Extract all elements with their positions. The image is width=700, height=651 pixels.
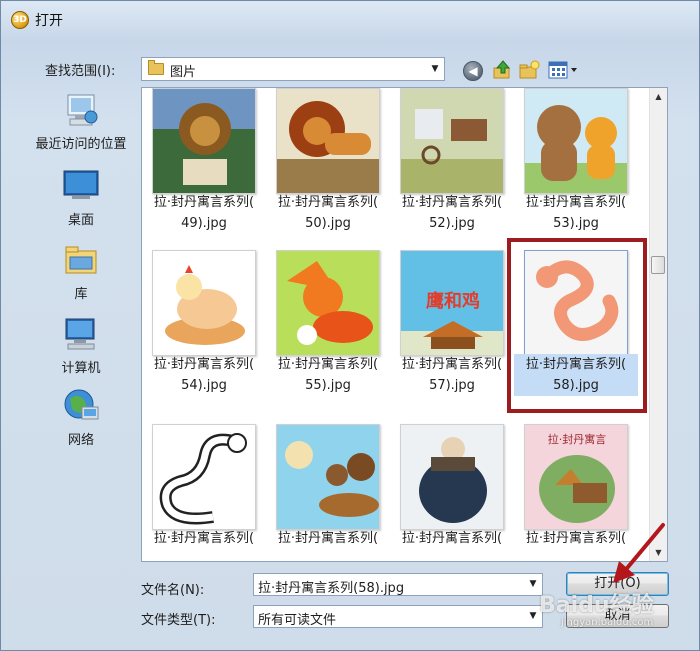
library-icon: [62, 241, 100, 279]
horse-cart-image: [400, 88, 504, 194]
new-folder-icon: [519, 60, 540, 79]
file-item[interactable]: 拉·封丹寓言系列(: [390, 424, 514, 561]
network-icon: [62, 387, 100, 425]
place-computer-label: 计算机: [61, 361, 101, 376]
file-name-line1: 拉·封丹寓言系列(: [277, 195, 379, 210]
chevron-down-icon[interactable]: ▼: [524, 574, 542, 595]
file-item-selected[interactable]: 拉·封丹寓言系列( 58).jpg: [514, 250, 638, 415]
places-bar: 最近访问的位置 桌面 库 计算机 网络: [27, 87, 135, 557]
place-computer[interactable]: 计算机: [27, 315, 135, 376]
dog-owls-image: [276, 424, 380, 530]
svg-text:拉·封丹寓言: 拉·封丹寓言: [548, 432, 607, 446]
file-name-line1: 拉·封丹寓言系列(: [525, 195, 627, 210]
title-bar: 3D 打开: [1, 1, 699, 35]
desktop-icon: [62, 167, 100, 205]
file-item[interactable]: 鹰和鸡 拉·封丹寓言系列( 57).jpg: [390, 250, 514, 415]
back-arrow-icon: ◀: [468, 64, 478, 78]
file-name-value: 拉·封丹寓言系列(58).jpg: [258, 581, 405, 596]
back-button[interactable]: ◀: [463, 61, 483, 81]
view-menu-button[interactable]: [547, 59, 581, 81]
file-name-line1: 拉·封丹寓言系列(: [277, 531, 379, 546]
place-library-label: 库: [74, 287, 88, 302]
place-desktop-label: 桌面: [67, 213, 94, 228]
view-grid-icon: [548, 61, 577, 79]
window-title: 打开: [35, 13, 63, 29]
up-one-level-button[interactable]: [491, 59, 513, 81]
file-list[interactable]: 拉·封丹寓言系列( 49).jpg 拉·封丹寓言系列( 50).jpg 拉·封丹…: [141, 87, 668, 562]
eagle-and-rooster-image: 鹰和鸡: [400, 250, 504, 356]
file-item[interactable]: 拉·封丹寓言 拉·封丹寓言系列(: [514, 424, 638, 561]
file-name-line2: 57).jpg: [429, 378, 475, 393]
file-name-line1: 拉·封丹寓言系列(: [153, 531, 255, 546]
place-desktop[interactable]: 桌面: [27, 167, 135, 228]
file-name-input[interactable]: 拉·封丹寓言系列(58).jpg ▼: [253, 573, 543, 596]
vertical-scrollbar[interactable]: ▲ ▼: [649, 88, 667, 561]
hen-nest-image: [152, 250, 256, 356]
file-name-line1: 拉·封丹寓言系列(: [401, 531, 503, 546]
scroll-up-icon[interactable]: ▲: [650, 88, 667, 105]
file-name-line2: 52).jpg: [429, 216, 475, 231]
recent-places-icon: [62, 91, 100, 129]
computer-icon: [62, 315, 100, 353]
place-recent[interactable]: 最近访问的位置: [27, 91, 135, 152]
look-in-label: 查找范围(I):: [45, 64, 116, 79]
chevron-down-icon[interactable]: ▼: [426, 58, 444, 80]
lion-image: [276, 88, 380, 194]
look-in-value: 图片: [170, 65, 197, 80]
file-type-dropdown[interactable]: 所有可读文件 ▼: [253, 605, 543, 628]
folder-icon: [148, 60, 164, 75]
fox-image: [276, 250, 380, 356]
file-name-line1: 拉·封丹寓言系列(: [401, 195, 503, 210]
file-item[interactable]: 拉·封丹寓言系列( 53).jpg: [514, 88, 638, 253]
file-name-line2: 50).jpg: [305, 216, 351, 231]
scrollbar-thumb[interactable]: [651, 256, 665, 274]
svg-text:鹰和鸡: 鹰和鸡: [426, 290, 480, 312]
file-name-line1: 拉·封丹寓言系列(: [277, 357, 379, 372]
cancel-button[interactable]: 取消: [566, 604, 669, 628]
look-in-dropdown[interactable]: 图片 ▼: [141, 57, 445, 81]
file-item[interactable]: 拉·封丹寓言系列( 55).jpg: [266, 250, 390, 415]
file-name-line1: 拉·封丹寓言系列(: [401, 357, 503, 372]
app-icon: 3D: [11, 11, 29, 29]
place-network-label: 网络: [67, 433, 94, 448]
new-folder-button[interactable]: [518, 59, 540, 81]
file-item[interactable]: 拉·封丹寓言系列( 54).jpg: [142, 250, 266, 415]
file-name-line1: 拉·封丹寓言系列(: [525, 531, 627, 546]
file-item[interactable]: 拉·封丹寓言系列( 50).jpg: [266, 88, 390, 253]
file-type-label: 文件类型(T):: [141, 613, 216, 628]
file-name-line2: 55).jpg: [305, 378, 351, 393]
place-recent-label: 最近访问的位置: [35, 137, 127, 152]
file-item[interactable]: 拉·封丹寓言系列( 49).jpg: [142, 88, 266, 253]
bear-fox-image: [524, 88, 628, 194]
file-name-line2: 58).jpg: [514, 375, 638, 396]
up-folder-icon: [493, 60, 511, 79]
file-name-label: 文件名(N):: [141, 583, 205, 598]
file-name-line1: 拉·封丹寓言系列(: [153, 195, 255, 210]
file-name-line1: 拉·封丹寓言系列(: [514, 354, 638, 375]
file-type-value: 所有可读文件: [258, 613, 337, 628]
scroll-down-icon[interactable]: ▼: [650, 544, 667, 561]
chevron-down-icon[interactable]: ▼: [524, 606, 542, 627]
file-item[interactable]: 拉·封丹寓言系列(: [142, 424, 266, 561]
snake-drawing-image: [152, 424, 256, 530]
file-item[interactable]: 拉·封丹寓言系列(: [266, 424, 390, 561]
snake-papercut-image: [524, 250, 628, 356]
file-name-line2: 54).jpg: [181, 378, 227, 393]
book-cover-image: 拉·封丹寓言: [524, 424, 628, 530]
old-man-jar-image: [400, 424, 504, 530]
open-file-dialog: 3D 打开 查找范围(I): 图片 ▼ ◀ 最近访问的位置 桌面 库 计算机 网…: [0, 0, 700, 651]
place-library[interactable]: 库: [27, 241, 135, 302]
file-name-line1: 拉·封丹寓言系列(: [153, 357, 255, 372]
file-name-line2: 53).jpg: [553, 216, 599, 231]
file-item[interactable]: 拉·封丹寓言系列( 52).jpg: [390, 88, 514, 253]
place-network[interactable]: 网络: [27, 387, 135, 448]
file-name-line2: 49).jpg: [181, 216, 227, 231]
open-button[interactable]: 打开(O): [566, 572, 669, 596]
lion-reading-image: [152, 88, 256, 194]
